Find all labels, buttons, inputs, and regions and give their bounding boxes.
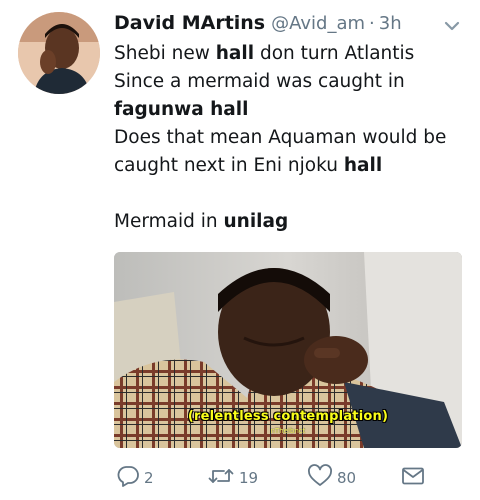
- heart-icon: [307, 464, 333, 492]
- text-segment: Shebi new: [114, 43, 216, 64]
- tweet-text-line: Mermaid in unilag: [114, 208, 464, 236]
- tweet-text-line: caught next in Eni njoku hall: [114, 152, 464, 180]
- envelope-icon: [401, 464, 425, 492]
- tweet-text-line: Shebi new hall don turn Atlantis: [114, 40, 464, 68]
- tweet-text-line: Does that mean Aquaman would be: [114, 124, 464, 152]
- text-segment: Does that mean Aquaman would be: [114, 127, 447, 148]
- keyword-highlight[interactable]: hall: [344, 155, 382, 176]
- tweet-header: David MArtins @Avid_am · 3h: [114, 12, 402, 40]
- like-count: 80: [337, 469, 357, 487]
- direct-message-button[interactable]: [401, 464, 425, 492]
- reply-count: 2: [144, 469, 154, 487]
- tweet-media[interactable]: (relentless contemplation) nTheIbnct: [114, 252, 462, 448]
- text-segment: caught next in Eni njoku: [114, 155, 344, 176]
- keyword-highlight[interactable]: hall: [216, 43, 254, 64]
- avatar[interactable]: [18, 12, 100, 94]
- author-display-name[interactable]: David MArtins: [114, 12, 265, 34]
- media-watermark: nTheIbnct: [270, 427, 306, 435]
- text-segment: Since a mermaid was caught in: [114, 71, 405, 92]
- author-handle[interactable]: @Avid_am: [271, 13, 365, 34]
- avatar-image: [18, 12, 100, 94]
- retweet-icon: [207, 464, 235, 492]
- media-caption: (relentless contemplation): [187, 409, 389, 424]
- keyword-highlight[interactable]: unilag: [224, 211, 289, 232]
- tweet: David MArtins @Avid_am · 3h Shebi new ha…: [0, 0, 480, 500]
- tweet-text-line: Since a mermaid was caught in: [114, 68, 464, 96]
- retweet-button[interactable]: 19: [207, 464, 258, 492]
- header-separator: ·: [369, 13, 375, 34]
- tweet-text: Shebi new hall don turn Atlantis Since a …: [114, 40, 464, 236]
- text-segment: Mermaid in: [114, 211, 224, 232]
- reply-button[interactable]: 2: [116, 464, 154, 492]
- reply-icon: [116, 464, 140, 492]
- tweet-text-line: fagunwa hall: [114, 96, 464, 124]
- retweet-count: 19: [239, 469, 259, 487]
- text-segment: don turn Atlantis: [254, 43, 415, 64]
- like-button[interactable]: 80: [307, 464, 356, 492]
- tweet-actions: 2 19 80: [114, 464, 474, 492]
- keyword-highlight[interactable]: fagunwa hall: [114, 99, 248, 120]
- tweet-timestamp[interactable]: 3h: [379, 13, 402, 34]
- chevron-down-icon[interactable]: [441, 17, 463, 35]
